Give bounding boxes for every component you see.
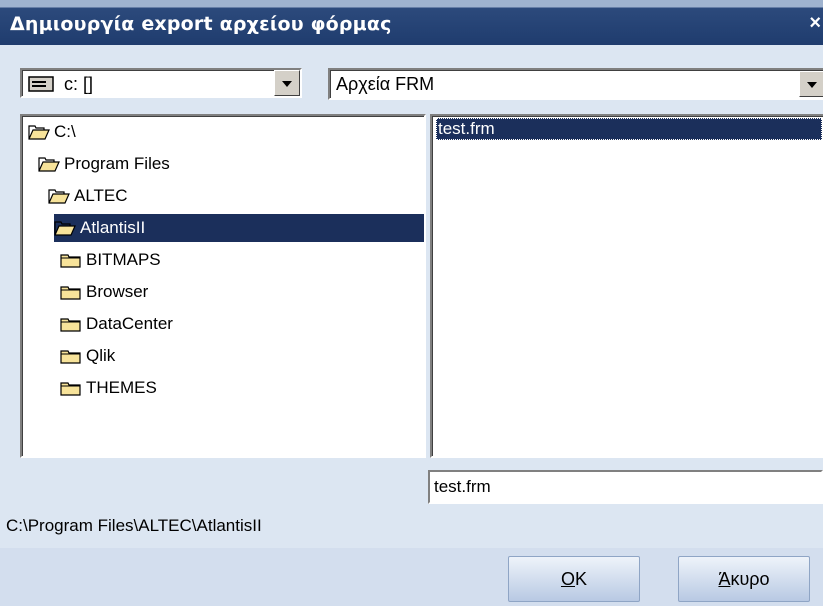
ok-button[interactable]: OK [508, 556, 640, 602]
folder-icon [60, 380, 82, 396]
open-folder-icon [48, 188, 70, 204]
tree-item-label: AtlantisII [80, 218, 146, 237]
filetype-select[interactable]: Αρχεία FRM [328, 68, 823, 100]
tree-item[interactable]: Browser [60, 278, 148, 306]
cancel-label-rest: κυρο [730, 568, 770, 589]
drive-value: c: [] [64, 74, 94, 94]
tree-item[interactable]: ALTEC [48, 182, 128, 210]
ok-mnemonic: O [560, 568, 575, 589]
current-path: C:\Program Files\ALTEC\AtlantisII [6, 516, 262, 535]
folder-icon [60, 316, 82, 332]
tree-item[interactable]: Qlik [60, 342, 115, 370]
window-title: Δημιουργία export αρχείου φόρμας [10, 13, 392, 35]
folder-icon [60, 252, 82, 268]
directory-tree[interactable]: C:\ Program Files ALTEC AtlantisII BITMAPS Br… [20, 114, 426, 458]
tree-item-label: DataCenter [86, 314, 173, 333]
tree-item-label: Browser [86, 282, 149, 301]
filetype-value: Αρχεία FRM [336, 74, 435, 94]
tree-item-label: Program Files [64, 154, 170, 173]
drive-icon [28, 76, 54, 92]
title-bar: Δημιουργία export αρχείου φόρμας × [0, 0, 823, 45]
tree-item[interactable]: Program Files [38, 150, 170, 178]
drive-dropdown-button[interactable] [274, 70, 300, 96]
tree-item[interactable]: DataCenter [60, 310, 173, 338]
cancel-button[interactable]: Άκυρο [678, 556, 810, 602]
ok-label-rest: K [575, 568, 588, 589]
filename-input[interactable]: test.frm [428, 470, 823, 504]
folder-icon [60, 284, 82, 300]
tree-item-label: C:\ [54, 122, 76, 141]
tree-item-label: BITMAPS [86, 250, 161, 269]
file-list-item[interactable]: test.frm [436, 118, 822, 140]
cancel-mnemonic: Ά [718, 568, 731, 589]
file-list[interactable] [430, 114, 823, 458]
tree-item-label: ALTEC [74, 186, 128, 205]
open-folder-icon [38, 156, 60, 172]
tree-item-label: Qlik [86, 346, 116, 365]
folder-icon [60, 348, 82, 364]
filetype-dropdown-button[interactable] [799, 71, 823, 97]
open-folder-icon [54, 220, 76, 236]
close-icon[interactable]: × [809, 12, 821, 35]
open-folder-icon [28, 124, 50, 140]
tree-item[interactable]: BITMAPS [60, 246, 161, 274]
drive-select[interactable]: c: [] [20, 68, 302, 98]
tree-item[interactable]: AtlantisII [54, 214, 424, 242]
tree-item[interactable]: THEMES [60, 374, 157, 402]
tree-item[interactable]: C:\ [28, 118, 76, 146]
tree-item-label: THEMES [86, 378, 157, 397]
